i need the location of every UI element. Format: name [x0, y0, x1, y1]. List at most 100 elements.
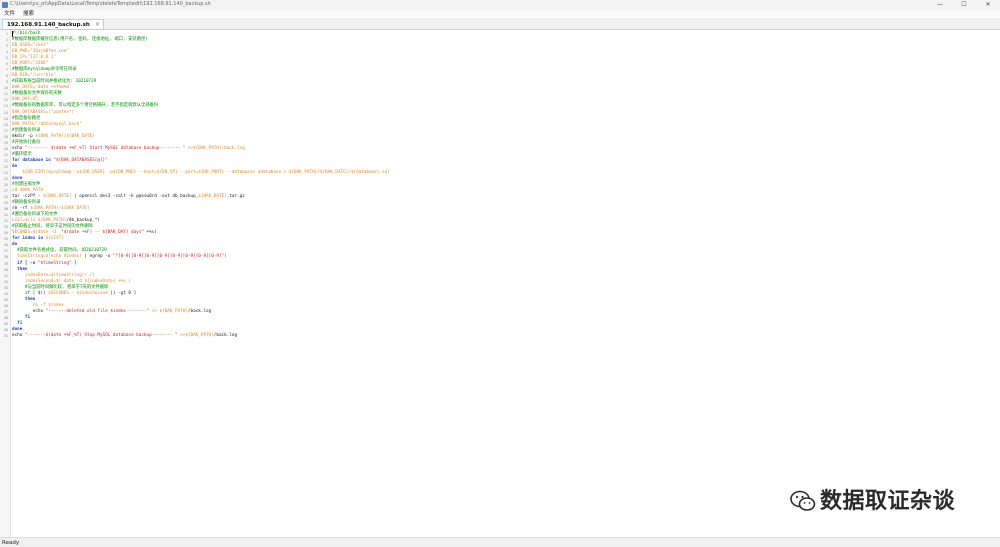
code-token: "-------- $(date +%F_%T) Start MySQL dat…: [24, 145, 186, 151]
tab-bar: 192.168.91.140_backup.sh ×: [0, 18, 1000, 30]
code-token: /back.log: [187, 308, 212, 314]
code-token: do: [12, 163, 18, 169]
menu-bar: 文件 搜索: [0, 10, 1000, 18]
code-token: rm -f $index: [12, 302, 64, 308]
code-token: BAK_DATABASES=("pasfex"): [12, 109, 75, 115]
code-token: indexSecond=$( date -d ${indexDate} +%s …: [12, 278, 131, 284]
code-token: #遍历备份目录下的文件: [12, 212, 58, 218]
code-token: LIST=$(ls ${BAK_PATH}: [12, 218, 67, 224]
status-bar: Ready: [0, 537, 1000, 547]
code-token: #与当前时间做比较, 把早于7天的文件删除: [12, 284, 109, 290]
code-token: /db_backup_*): [66, 218, 100, 224]
code-token: echo: [12, 145, 25, 151]
menu-file[interactable]: 文件: [0, 10, 19, 18]
code-token: timeString=$(echo $index): [12, 254, 82, 260]
code-token: "$timeString": [37, 260, 72, 266]
code-token: do: [12, 242, 18, 248]
code-line: echo "-------deleted old file $index ---…: [12, 308, 212, 315]
code-token: ${LIST}: [45, 236, 64, 242]
code-token: ${BAK_DATE}: [43, 194, 72, 200]
code-token: echo: [12, 308, 46, 314]
code-token: indexDate=${timeString//./}: [12, 272, 95, 278]
menu-search[interactable]: 搜索: [19, 10, 38, 18]
code-token: DB_IP="127.0.0.1": [12, 55, 56, 61]
code-token: >>${BAK_PATH}: [177, 333, 214, 338]
app-icon: [2, 2, 8, 8]
code-token: DB_DIR="/usr/bin": [12, 73, 56, 79]
title-bar: C:\Users\yu_pt\AppData\Local\Temp\delete…: [0, 0, 1000, 10]
window-controls: — ☐ ✕: [928, 0, 1000, 10]
code-line: tar -czPf - ${BAK_DATE} | openssl des3 -…: [12, 194, 245, 200]
code-token: +%s): [143, 230, 157, 236]
minimize-button[interactable]: —: [928, 0, 952, 10]
code-token: BAK_PATH="/data/mysql_back": [12, 121, 82, 127]
tab-label: 192.168.91.140_backup.sh: [7, 22, 90, 28]
close-button[interactable]: ✕: [976, 0, 1000, 10]
code-token: tar -czPf -: [12, 194, 44, 200]
code-line: for database in "${BAK_DATABASES[@]}": [12, 158, 108, 164]
code-token: >> ${BAK_PATH}: [149, 308, 188, 314]
code-token: SECONDS=$(date -d: [12, 230, 62, 236]
code-token: DB_PORT="3306": [12, 61, 49, 67]
line-number: 51: [3, 334, 8, 338]
maximize-button[interactable]: ☐: [952, 0, 976, 10]
watermark: 数据取证杂谈: [790, 487, 980, 517]
code-editor[interactable]: #!/bin/bash #数据库数据库缓存信息(用户名, 密码, 连接地址, 端口…: [12, 30, 996, 537]
code-token: #数据备份文件保存的天数: [12, 91, 62, 97]
code-token: "${BAK_DATABASES[@]}": [53, 157, 108, 163]
code-token: #获取系统当前时间并格式化为: 20210729: [12, 79, 97, 85]
code-token: cd $BAK_PATH: [12, 188, 44, 194]
code-token: if [ -n: [12, 260, 38, 266]
tab-close-icon[interactable]: ×: [95, 21, 100, 29]
code-token: rm -rf: [12, 206, 31, 212]
code-token: then: [12, 296, 36, 302]
code-token: for index in: [12, 236, 46, 242]
code-token: #创建备份目录: [12, 127, 41, 133]
code-token: #创建压缩文件: [12, 182, 41, 187]
code-line: ${DB_DIR}/mysqldump -u${DB_USER} -p${DB_…: [12, 169, 390, 176]
code-token: #获取文件名格式化, 获取时间, 如20210729: [12, 248, 107, 254]
code-token: BAK_DATE=`date +%Y%m%d`: [12, 85, 72, 91]
code-token: DB_USER="root": [12, 43, 49, 49]
code-token: BAK_DAY=45: [12, 97, 38, 103]
code-token: #循环提示: [12, 151, 32, 157]
code-token: for database in: [12, 157, 54, 163]
code-token: mkdir -p: [12, 133, 36, 139]
code-token: #数据备份的数据库库, 可以指定多个用空格隔开, 若不指定则默认全部备份: [12, 103, 159, 109]
code-token: )) -gt 0 ]: [107, 290, 137, 296]
status-text: Ready: [2, 540, 20, 546]
code-token: done: [12, 326, 23, 332]
tab-backup-sh[interactable]: 192.168.91.140_backup.sh ×: [2, 19, 104, 29]
wechat-logo-icon: [790, 490, 816, 511]
code-token: ${DB_DIR}/mysqldump -u${DB_USER} -p${DB_…: [12, 169, 390, 175]
code-token: /back.log: [213, 333, 238, 338]
code-token: $SECONDS - $indexSecond: [48, 290, 108, 296]
code-token: >>${BAK_PATH}/back.log: [185, 145, 245, 151]
code-token: ${BAK_PATH}/${BAK_DATE}: [30, 206, 90, 212]
window-title: C:\Users\yu_pt\AppData\Local\Temp\delete…: [10, 1, 211, 7]
code-token: #数据库数据库缓存信息(用户名, 密码, 连接地址, 端口, 安装路径): [12, 37, 148, 43]
code-token: | egrep -o: [81, 254, 113, 260]
code-token: "-------$(date +%F_%T) Stop MySQL databa…: [24, 333, 178, 338]
code-token: ${BAK_DATE}: [198, 194, 227, 200]
code-token: "$(date +%F) -- ${BAK_DAY} days": [61, 230, 144, 236]
watermark-text: 数据取证杂谈: [820, 489, 956, 514]
code-token: #指定备份路径: [12, 115, 41, 121]
code-token: fi: [12, 320, 23, 326]
code-line: echo "-------$(date +%F_%T) Stop MySQL d…: [12, 333, 237, 339]
code-token: "?[0-9][0-9][0-9][0-9][0-9][0-9][0-9][0-…: [112, 254, 227, 260]
code-token: #开始执行备份: [12, 139, 41, 145]
code-token: done: [12, 175, 23, 181]
code-token: ${BAK_PATH}/${BAK_DATE}: [35, 133, 95, 139]
code-token: #!/bin/bash: [12, 31, 41, 36]
code-token: #获取截止时间, 将早于这时间的文件删除: [12, 224, 93, 230]
code-token: if [ $((: [12, 290, 49, 296]
code-token: | openssl des3 -salt -k p@ssw0rd -out db…: [71, 194, 199, 200]
text-caret: [12, 31, 13, 37]
code-token: "-------deleted old file $index -------": [45, 308, 150, 314]
code-token: #删除备份目录: [12, 200, 41, 206]
code-token: then: [12, 266, 28, 272]
code-token: #数据库mysqldump命令所在目录: [12, 67, 77, 73]
code-token: fi: [12, 314, 31, 320]
code-token: DB_PWD="3Sojm0fen.com": [12, 49, 69, 55]
